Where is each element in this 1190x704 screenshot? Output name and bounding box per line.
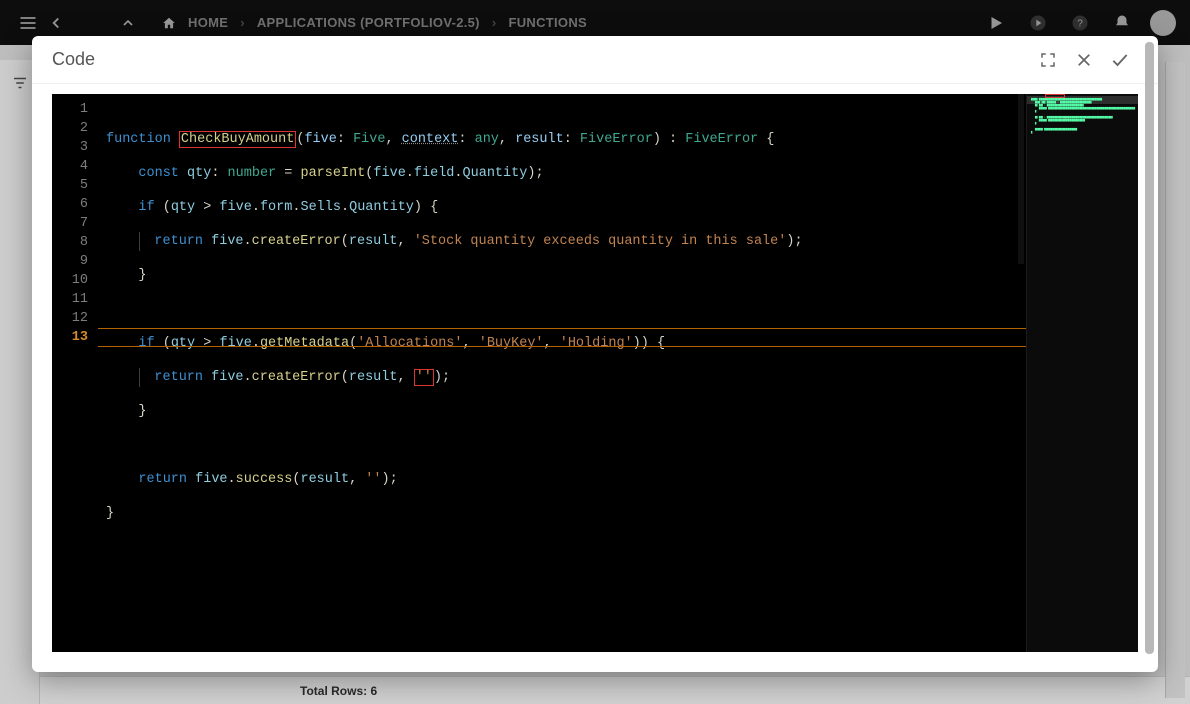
close-icon[interactable] bbox=[1066, 42, 1102, 78]
confirm-icon[interactable] bbox=[1102, 42, 1138, 78]
modal-scrollbar[interactable] bbox=[1145, 40, 1154, 668]
code-area[interactable]: function CheckBuyAmount(five: Five, cont… bbox=[98, 94, 1138, 652]
code-modal: Code 1 2 3 4 5 6 7 bbox=[32, 36, 1158, 672]
minimap[interactable]: █████ ██████████████████████████████████… bbox=[1026, 94, 1138, 652]
modal-title: Code bbox=[52, 49, 95, 70]
minimap-scroll[interactable] bbox=[1018, 94, 1024, 264]
code-editor[interactable]: 1 2 3 4 5 6 7 8 9 10 11 12 13 function C… bbox=[52, 94, 1138, 652]
modal-scrim: Code 1 2 3 4 5 6 7 bbox=[0, 0, 1190, 704]
line-gutter: 1 2 3 4 5 6 7 8 9 10 11 12 13 bbox=[52, 94, 98, 652]
fullscreen-icon[interactable] bbox=[1030, 42, 1066, 78]
modal-header: Code bbox=[32, 36, 1158, 84]
